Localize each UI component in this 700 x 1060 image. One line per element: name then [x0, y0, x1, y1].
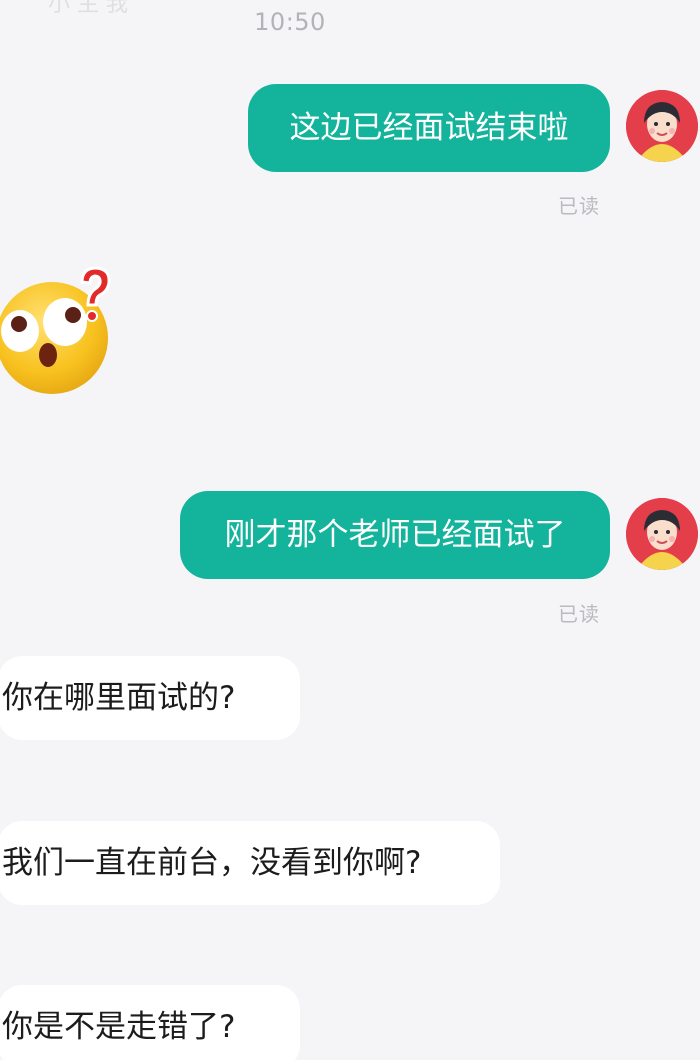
- female-avatar-icon[interactable]: [626, 498, 698, 570]
- message-timestamp: 10:50: [254, 8, 326, 36]
- received-message-bubble-3[interactable]: 你是不是走错了?: [0, 985, 300, 1060]
- female-avatar-icon[interactable]: [626, 90, 698, 162]
- sent-message-bubble-1[interactable]: 这边已经面试结束啦: [248, 84, 610, 172]
- sent-message-bubble-2[interactable]: 刚才那个老师已经面试了: [180, 491, 610, 579]
- confused-emoji-question-icon[interactable]: [0, 260, 118, 400]
- read-receipt-2: 已读: [558, 602, 600, 626]
- chat-screen: 小 主 我 10:50 这边已经面试结束啦 已读 刚才那个老师已经面试了 已读 …: [0, 0, 700, 1060]
- received-message-bubble-2[interactable]: 我们一直在前台，没看到你啊?: [0, 821, 500, 905]
- read-receipt-1: 已读: [558, 194, 600, 218]
- received-message-bubble-1[interactable]: 你在哪里面试的?: [0, 656, 300, 740]
